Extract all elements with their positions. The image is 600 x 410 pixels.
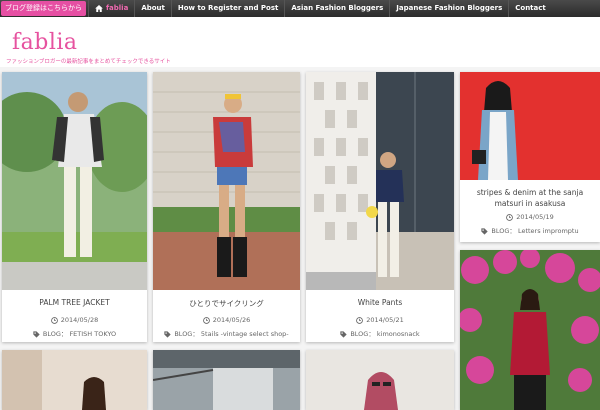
nav-about[interactable]: About	[134, 0, 171, 17]
nav-home-label: fablia	[106, 4, 129, 12]
post-card[interactable]	[153, 350, 300, 410]
post-date: 2014/05/21	[306, 316, 454, 324]
post-card[interactable]: White Pants 2014/05/21 BLOG： kimonosnack	[306, 72, 454, 342]
post-photo[interactable]	[460, 72, 600, 180]
post-photo[interactable]	[153, 72, 300, 290]
post-photo[interactable]	[306, 72, 454, 290]
post-title[interactable]: PALM TREE JACKET	[2, 298, 147, 307]
post-card[interactable]	[460, 250, 600, 410]
post-photo[interactable]	[153, 350, 300, 410]
post-date: 2014/05/26	[153, 316, 300, 324]
clock-icon	[506, 213, 514, 221]
post-title[interactable]: ひとりでサイクリング	[153, 298, 300, 309]
post-date: 2014/05/28	[2, 316, 147, 324]
post-blog-name[interactable]: BLOG： kimonosnack	[306, 328, 454, 338]
nav-asian-fashion-bloggers[interactable]: Asian Fashion Bloggers	[284, 0, 389, 17]
post-card[interactable]: PALM TREE JACKET 2014/05/28 BLOG： FETISH…	[2, 72, 147, 342]
clock-icon	[202, 316, 210, 324]
post-blog-name[interactable]: BLOG： FETISH TOKYO	[2, 328, 147, 338]
tag-icon	[340, 330, 347, 338]
clock-icon	[356, 316, 364, 324]
nav-home[interactable]: fablia	[88, 0, 134, 17]
post-photo[interactable]	[2, 350, 147, 410]
home-icon	[95, 5, 103, 12]
post-card[interactable]	[2, 350, 147, 410]
post-blog-name[interactable]: BLOG： Letters impromptu	[460, 225, 600, 235]
tag-icon	[164, 330, 171, 338]
tag-icon	[33, 330, 40, 338]
post-photo[interactable]	[460, 250, 600, 410]
register-blog-button[interactable]: ブログ登録はこちらから	[1, 1, 86, 16]
site-logo[interactable]: fablia	[12, 30, 78, 55]
post-photo[interactable]	[306, 350, 454, 410]
post-card[interactable]: stripes & denim at the sanja matsuri in …	[460, 72, 600, 242]
post-title[interactable]: White Pants	[306, 298, 454, 307]
nav-contact[interactable]: Contact	[508, 0, 552, 17]
top-navigation: ブログ登録はこちらから fablia About How to Register…	[0, 0, 600, 17]
post-blog-name[interactable]: BLOG： 5tails -vintage select shop-	[153, 328, 300, 338]
post-card[interactable]: ひとりでサイクリング 2014/05/26 BLOG： 5tails -vint…	[153, 72, 300, 342]
post-photo[interactable]	[2, 72, 147, 290]
site-tagline: ファッションブロガーの最新記事をまとめてチェックできるサイト	[6, 59, 171, 65]
tag-icon	[481, 227, 489, 235]
post-title[interactable]: stripes & denim at the sanja matsuri in …	[460, 187, 600, 209]
clock-icon	[50, 316, 58, 324]
post-date: 2014/05/19	[460, 213, 600, 221]
nav-how-to-register[interactable]: How to Register and Post	[170, 0, 284, 17]
nav-japanese-fashion-bloggers[interactable]: Japanese Fashion Bloggers	[389, 0, 508, 17]
post-card[interactable]	[306, 350, 454, 410]
site-header: fablia ファッションブロガーの最新記事をまとめてチェックできるサイト	[0, 17, 600, 67]
